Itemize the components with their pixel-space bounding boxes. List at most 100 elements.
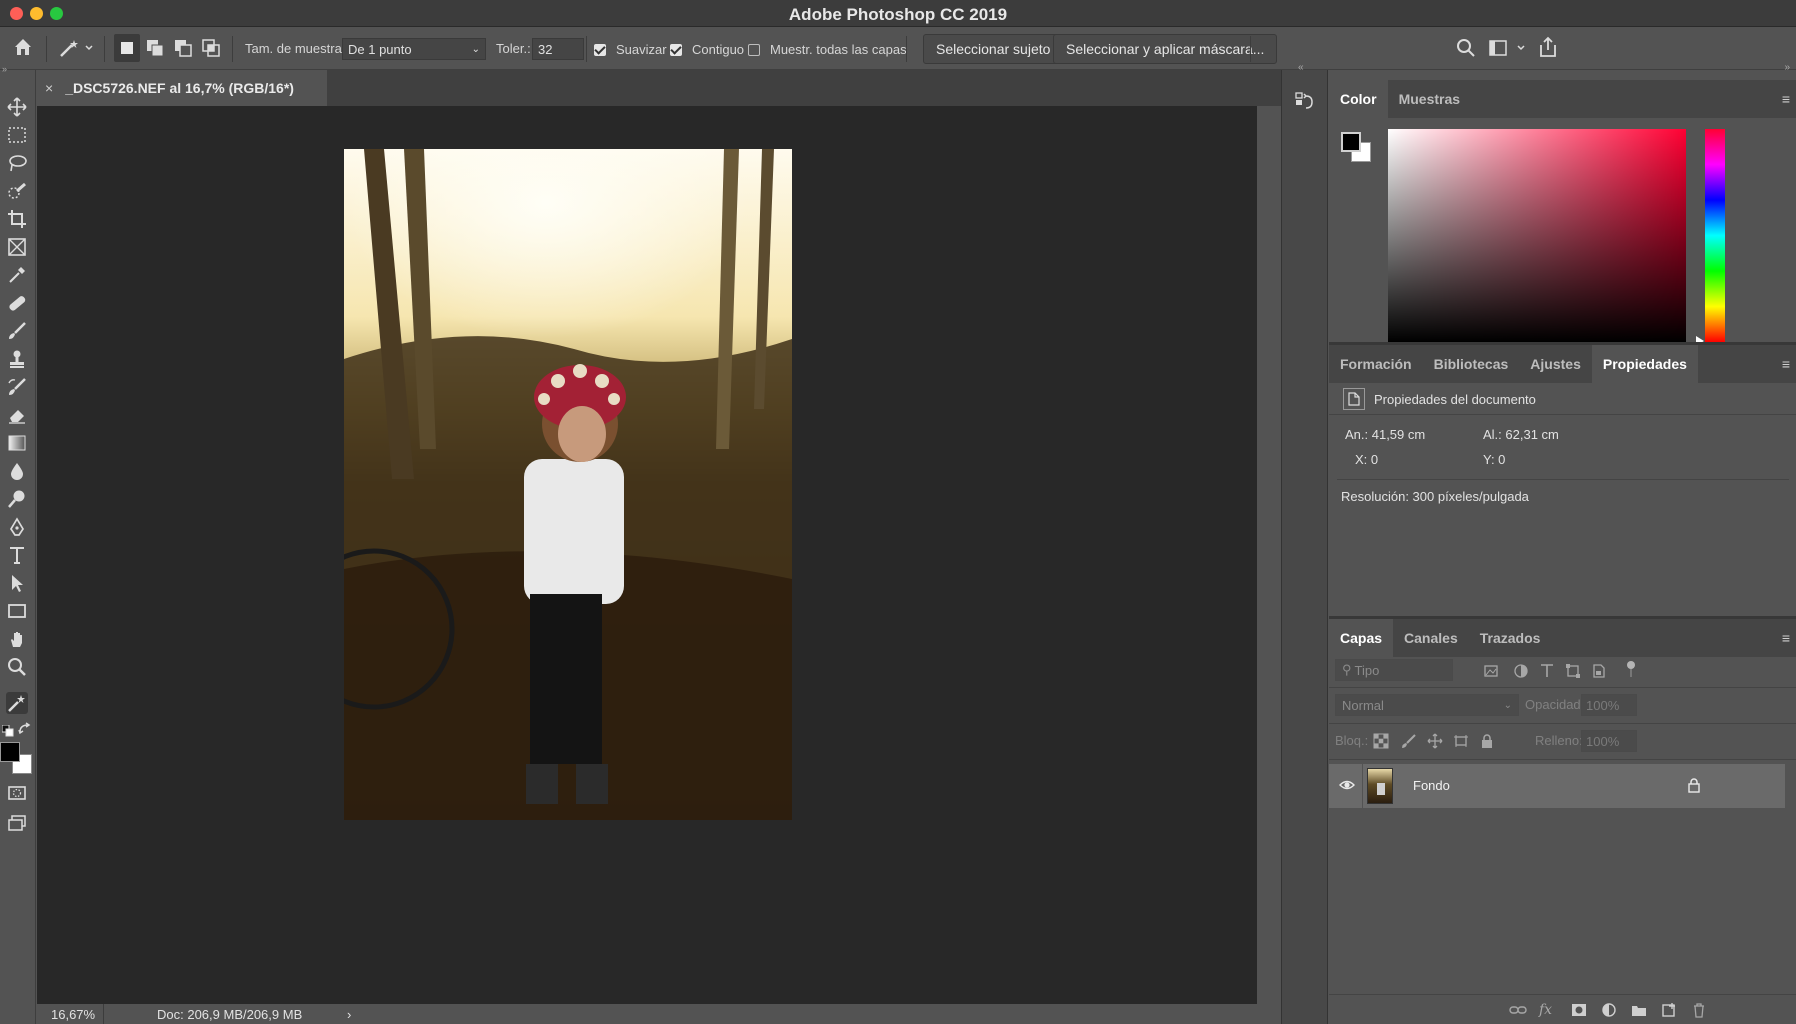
document-tab[interactable]: × _DSC5726.NEF al 16,7% (RGB/16*): [37, 70, 327, 106]
opacity-input[interactable]: 100%: [1581, 694, 1637, 716]
swap-colors-icon[interactable]: [18, 722, 32, 741]
collapse-dock-icon[interactable]: «: [1298, 62, 1304, 73]
document-width[interactable]: An.: 41,59 cm: [1345, 427, 1425, 442]
eraser-tool-icon[interactable]: [6, 404, 28, 426]
new-group-folder-icon[interactable]: [1631, 1002, 1647, 1018]
magic-wand-preset-icon[interactable]: [58, 37, 94, 59]
new-layer-icon[interactable]: [1661, 1002, 1677, 1018]
filter-smart-object-icon[interactable]: [1591, 663, 1607, 679]
lasso-tool-icon[interactable]: [6, 152, 28, 174]
hue-slider[interactable]: [1705, 129, 1725, 342]
move-tool-icon[interactable]: [6, 96, 28, 118]
foreground-color-swatch[interactable]: [0, 742, 20, 762]
lock-transparent-pixels-icon[interactable]: [1373, 733, 1389, 749]
collapse-panels-icon[interactable]: »: [1784, 62, 1790, 73]
antialias-checkbox[interactable]: Suavizar: [594, 42, 667, 57]
select-and-mask-button[interactable]: Seleccionar y aplicar máscara...: [1053, 34, 1278, 64]
foreground-color-chip[interactable]: [1341, 132, 1361, 152]
lock-all-icon[interactable]: [1479, 733, 1495, 749]
rectangle-tool-icon[interactable]: [6, 600, 28, 622]
tab-libraries[interactable]: Bibliotecas: [1423, 345, 1520, 383]
fill-input[interactable]: 100%: [1581, 730, 1637, 752]
filter-toggle-switch[interactable]: [1627, 661, 1635, 669]
blend-mode-select[interactable]: Normal ⌄: [1335, 694, 1519, 716]
color-field[interactable]: [1388, 129, 1686, 342]
type-tool-icon[interactable]: [6, 544, 28, 566]
collapse-toolbox-icon[interactable]: »: [2, 64, 7, 74]
share-icon[interactable]: [1538, 36, 1558, 58]
tab-layers[interactable]: Capas: [1329, 619, 1394, 657]
canvas-area[interactable]: [37, 106, 1257, 1004]
filter-type-layer-icon[interactable]: [1539, 663, 1555, 679]
hand-tool-icon[interactable]: [6, 628, 28, 650]
contiguous-checkbox[interactable]: Contiguo: [670, 42, 744, 57]
panel-menu-icon[interactable]: ≡: [1782, 619, 1790, 657]
magic-wand-tool-icon[interactable]: [6, 692, 28, 714]
document-y[interactable]: Y: 0: [1483, 452, 1505, 467]
close-tab-icon[interactable]: ×: [45, 80, 53, 96]
dodge-tool-icon[interactable]: [6, 488, 28, 510]
new-adjustment-layer-icon[interactable]: [1601, 1002, 1617, 1018]
panel-menu-icon[interactable]: ≡: [1782, 80, 1790, 118]
tab-color[interactable]: Color: [1329, 80, 1388, 118]
eyedropper-tool-icon[interactable]: [6, 264, 28, 286]
tab-learn[interactable]: Formación: [1329, 345, 1423, 383]
document-image[interactable]: [344, 149, 792, 820]
tab-paths[interactable]: Trazados: [1469, 619, 1552, 657]
lock-position-icon[interactable]: [1427, 733, 1443, 749]
quick-mask-icon[interactable]: [6, 782, 28, 804]
document-x[interactable]: X: 0: [1355, 452, 1378, 467]
tab-channels[interactable]: Canales: [1393, 619, 1469, 657]
gradient-tool-icon[interactable]: [6, 432, 28, 454]
new-selection-icon[interactable]: [114, 34, 140, 62]
layer-style-fx-icon[interactable]: fx: [1539, 1002, 1555, 1018]
brush-tool-icon[interactable]: [6, 320, 28, 342]
canvas-vertical-scrollbar[interactable]: [1257, 106, 1279, 1004]
screen-mode-icon[interactable]: [6, 812, 28, 834]
zoom-level[interactable]: 16,67%: [51, 1007, 95, 1022]
quick-selection-tool-icon[interactable]: [6, 180, 28, 202]
intersect-selection-icon[interactable]: [202, 39, 220, 57]
status-menu-arrow[interactable]: ›: [347, 1007, 351, 1022]
color-panel-tabs: Color Muestras ≡: [1329, 80, 1796, 118]
tolerance-input[interactable]: 32: [532, 38, 584, 60]
link-layers-icon[interactable]: [1509, 1002, 1527, 1018]
subtract-from-selection-icon[interactable]: [174, 39, 192, 57]
search-icon[interactable]: [1456, 38, 1476, 58]
lock-artboard-icon[interactable]: [1453, 733, 1469, 749]
tab-swatches[interactable]: Muestras: [1388, 80, 1471, 118]
crop-tool-icon[interactable]: [6, 208, 28, 230]
rectangular-marquee-tool-icon[interactable]: [6, 124, 28, 146]
filter-pixel-layer-icon[interactable]: [1483, 663, 1499, 679]
panel-menu-icon[interactable]: ≡: [1782, 345, 1790, 383]
clone-stamp-tool-icon[interactable]: [6, 348, 28, 370]
document-height[interactable]: Al.: 62,31 cm: [1483, 427, 1559, 442]
properties-panel-tabs: Formación Bibliotecas Ajustes Propiedade…: [1329, 345, 1796, 383]
home-icon[interactable]: [12, 36, 34, 58]
sample-size-select[interactable]: De 1 punto ⌄: [342, 38, 486, 60]
tab-adjustments[interactable]: Ajustes: [1519, 345, 1592, 383]
tab-properties[interactable]: Propiedades: [1591, 345, 1698, 383]
add-to-selection-icon[interactable]: [146, 39, 164, 57]
add-mask-icon[interactable]: [1571, 1002, 1587, 1018]
layer-name[interactable]: Fondo: [1413, 778, 1450, 793]
frame-tool-icon[interactable]: [6, 236, 28, 258]
pen-tool-icon[interactable]: [6, 516, 28, 538]
eye-icon[interactable]: [1339, 778, 1355, 797]
default-colors-icon[interactable]: [1, 724, 14, 742]
zoom-tool-icon[interactable]: [6, 656, 28, 678]
history-brush-tool-icon[interactable]: [6, 376, 28, 398]
healing-brush-tool-icon[interactable]: [6, 292, 28, 314]
blur-tool-icon[interactable]: [6, 460, 28, 482]
filter-adjustment-layer-icon[interactable]: [1513, 663, 1529, 679]
select-subject-button[interactable]: Seleccionar sujeto: [923, 34, 1064, 64]
delete-layer-trash-icon[interactable]: [1691, 1002, 1707, 1018]
layer-filter-select[interactable]: ⚲ Tipo: [1335, 659, 1453, 681]
path-selection-tool-icon[interactable]: [6, 572, 28, 594]
workspace-icon[interactable]: [1488, 38, 1528, 58]
filter-shape-layer-icon[interactable]: [1565, 663, 1581, 679]
history-panel-icon[interactable]: [1294, 90, 1316, 117]
lock-image-pixels-icon[interactable]: [1401, 733, 1417, 749]
layer-row[interactable]: Fondo: [1329, 764, 1785, 808]
sample-all-layers-checkbox[interactable]: Muestr. todas las capas: [748, 42, 907, 57]
